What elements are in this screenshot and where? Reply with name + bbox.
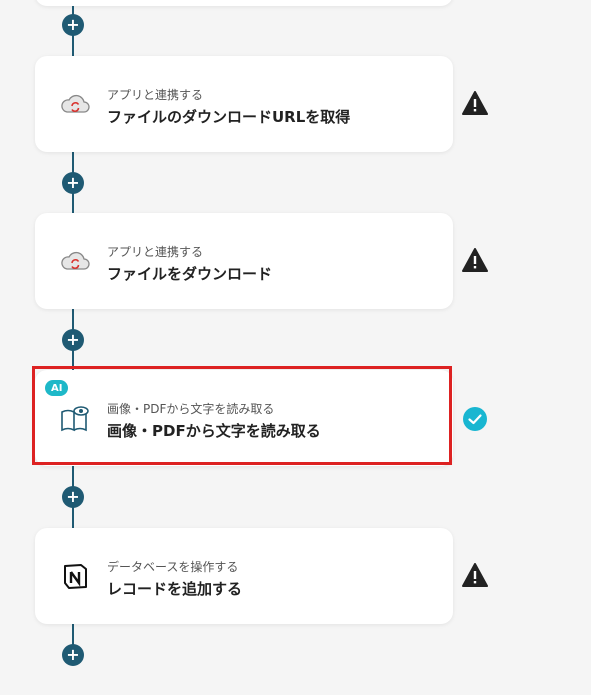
add-step-button[interactable]: + bbox=[62, 172, 84, 194]
warning-icon bbox=[461, 89, 489, 117]
step-category: 画像・PDFから文字を読み取る bbox=[107, 402, 275, 416]
plus-icon: + bbox=[66, 645, 80, 664]
step-category: アプリと連携する bbox=[107, 245, 204, 259]
step-title: ファイルのダウンロードURLを取得 bbox=[107, 108, 351, 126]
step-category: アプリと連携する bbox=[107, 88, 204, 102]
add-step-button[interactable]: + bbox=[62, 14, 84, 36]
previous-step-card[interactable] bbox=[35, 0, 453, 6]
ai-badge: AI bbox=[45, 380, 69, 396]
warning-icon bbox=[461, 561, 489, 589]
ocr-book-icon bbox=[57, 400, 93, 436]
add-step-button[interactable]: + bbox=[62, 644, 84, 666]
cloud-sync-icon bbox=[57, 243, 93, 279]
check-circle-icon bbox=[461, 405, 489, 433]
notion-logo-icon bbox=[57, 558, 93, 594]
step-category: データベースを操作する bbox=[107, 560, 239, 574]
plus-icon: + bbox=[66, 173, 80, 192]
step-title: レコードを追加する bbox=[107, 580, 243, 598]
step-card-add-record[interactable]: データベースを操作する レコードを追加する bbox=[35, 528, 453, 624]
warning-icon bbox=[461, 246, 489, 274]
plus-icon: + bbox=[66, 487, 80, 506]
cloud-sync-icon bbox=[57, 86, 93, 122]
step-card-ocr[interactable]: AI 画像・PDFから文字を読み取る 画像・PDFから文字を読み取る bbox=[35, 370, 453, 466]
plus-icon: + bbox=[66, 330, 80, 349]
step-title: 画像・PDFから文字を読み取る bbox=[107, 422, 321, 440]
step-card-download-file[interactable]: アプリと連携する ファイルをダウンロード bbox=[35, 213, 453, 309]
step-title: ファイルをダウンロード bbox=[107, 265, 273, 283]
step-card-get-download-url[interactable]: アプリと連携する ファイルのダウンロードURLを取得 bbox=[35, 56, 453, 152]
add-step-button[interactable]: + bbox=[62, 329, 84, 351]
plus-icon: + bbox=[66, 15, 80, 34]
add-step-button[interactable]: + bbox=[62, 486, 84, 508]
